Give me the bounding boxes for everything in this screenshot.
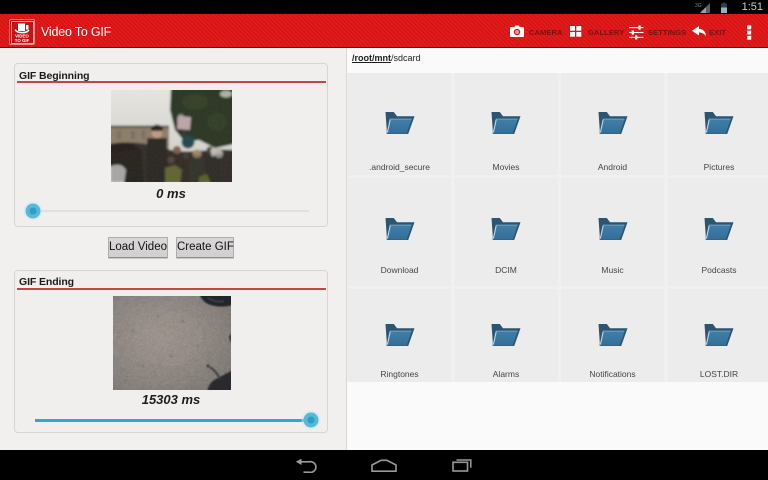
svg-text:TO GIF: TO GIF [15, 38, 30, 43]
svg-text:3G: 3G [695, 3, 702, 9]
